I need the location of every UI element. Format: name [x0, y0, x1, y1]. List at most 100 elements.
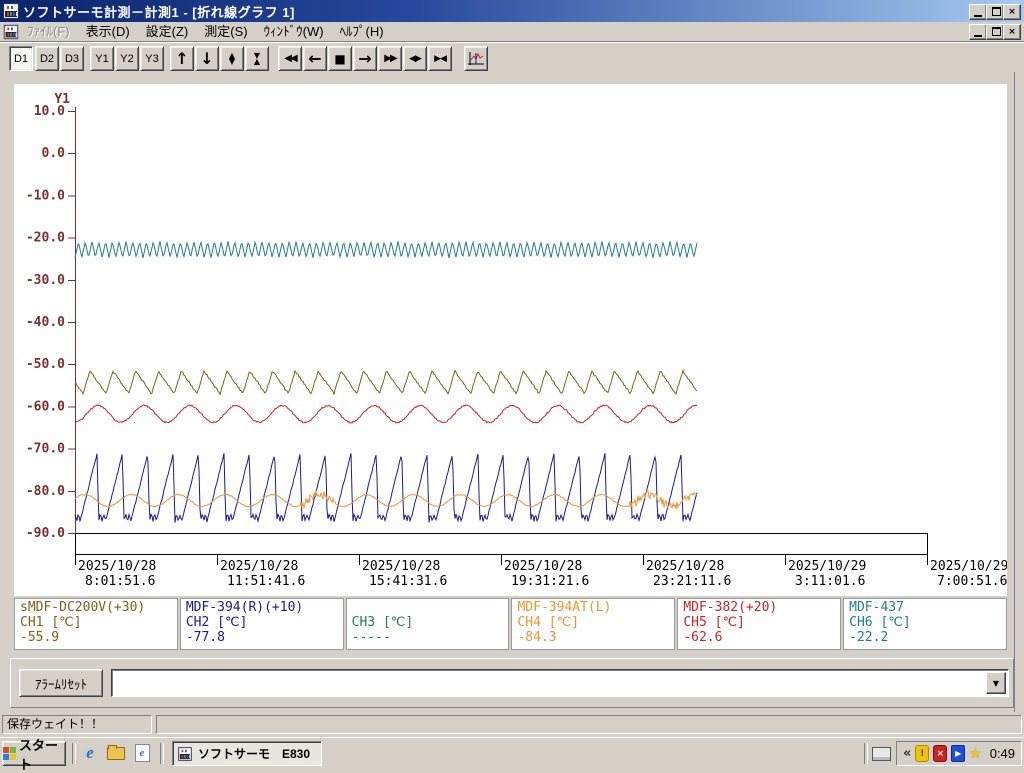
mail-quicklaunch-icon[interactable]: e	[132, 743, 152, 763]
child-restore-icon[interactable]	[986, 24, 1004, 40]
pan-up-button[interactable]: ↑	[170, 46, 194, 71]
series-CH2-line	[74, 453, 698, 524]
status-pane-2	[156, 715, 1022, 734]
left-arrow-icon: ←	[308, 49, 322, 68]
expand-vertical-icon: ▲ ▼	[228, 50, 236, 66]
y-tick-label: -40.0	[26, 315, 65, 330]
expand-x-button[interactable]: ◀▶	[403, 46, 427, 71]
x-tick-time-label: 11:51:41.6	[227, 574, 305, 589]
system-tray: « ! × ▶ ★ 0:49	[896, 741, 1022, 766]
y-tick-label: -10.0	[26, 188, 65, 203]
y-tick-label: -30.0	[26, 273, 65, 288]
app-icon	[178, 746, 192, 761]
y-tick-label: 10.0	[34, 104, 65, 119]
series-CH6-line	[74, 240, 698, 259]
menu-view[interactable]: 表示(D)	[78, 23, 138, 41]
y3-button[interactable]: Y3	[140, 46, 164, 71]
child-close-icon[interactable]: ×	[1003, 24, 1021, 40]
minimize-icon[interactable]	[969, 4, 987, 20]
legend-channel-3: CH3 [℃] -----	[345, 598, 510, 650]
compress-y-button[interactable]: ▼ ▲	[245, 46, 269, 71]
favorites-star-icon[interactable]: ★	[969, 746, 982, 762]
y-tick-label: -60.0	[26, 399, 65, 414]
graph-icon	[468, 51, 484, 65]
menu-window[interactable]: ｳｨﾝﾄﾞｳ(W)	[256, 23, 332, 41]
chart-panel: Y1 10.0 0.0 -10.0 -20.0 -30.0 -40.0 -50.0 -60.0-…	[14, 84, 1008, 596]
step-left-button[interactable]: ←	[303, 46, 327, 71]
chevron-down-icon[interactable]: ▼	[986, 672, 1006, 694]
menu-settings[interactable]: 設定(Z)	[138, 23, 197, 41]
right-arrow-icon: →	[358, 49, 372, 68]
alarm-combobox[interactable]: ▼	[111, 669, 1009, 697]
expand-y-button[interactable]: ▲ ▼	[220, 46, 244, 71]
fast-forward-icon: ▶▶	[384, 53, 397, 64]
taskbar-clock[interactable]: 0:49	[990, 746, 1015, 761]
channel-value: -62.6	[683, 630, 723, 645]
toolbar: D1 D2 D3 Y1 Y2 Y3 ↑ ↓ ▲ ▼ ▼ ▲ ◀◀ ← ■ → ▶…	[0, 42, 1024, 74]
menu-help[interactable]: ﾍﾙﾌﾟ(H)	[332, 23, 392, 41]
x-tick-date-label: 2025/10/28	[78, 559, 156, 574]
x-tick-time-label: 7:00:51.6	[937, 574, 1007, 589]
update-shield-icon[interactable]: !	[915, 745, 930, 762]
taskbar-separator	[864, 743, 868, 764]
stop-icon: ■	[334, 51, 346, 66]
client-area: Y1 10.0 0.0 -10.0 -20.0 -30.0 -40.0 -50.0 -60.0-…	[0, 72, 1024, 712]
menu-bar: ﾌｧｲﾙ(F) 表示(D) 設定(Z) 測定(S) ｳｨﾝﾄﾞｳ(W) ﾍﾙﾌﾟ…	[0, 22, 1024, 42]
channel-value: -77.8	[185, 630, 225, 645]
graph-view-button[interactable]	[464, 46, 488, 71]
child-window-icon[interactable]	[3, 24, 19, 39]
child-minimize-icon[interactable]	[969, 24, 987, 40]
y-tick-label: -70.0	[26, 442, 65, 457]
x-tick-date-label: 2025/10/28	[646, 559, 724, 574]
channel-label: CH3 [℃]	[351, 615, 414, 630]
compress-x-button[interactable]: ▶◀	[428, 46, 452, 71]
x-tick-time-label: 8:01:51.6	[85, 574, 155, 589]
y-tick-label: -20.0	[26, 231, 65, 246]
status-bar: 保存ウェイト！！	[0, 712, 1024, 737]
menu-measure[interactable]: 測定(S)	[196, 23, 255, 41]
y-tick-label: -90.0	[26, 526, 65, 541]
restore-icon[interactable]	[986, 4, 1004, 20]
close-icon[interactable]: ×	[1003, 4, 1021, 20]
windows-logo-icon	[3, 747, 16, 760]
y-tick-label: -80.0	[26, 484, 65, 499]
x-tick-date-label: 2025/10/28	[504, 559, 582, 574]
ie-quicklaunch-icon[interactable]: e	[80, 743, 100, 763]
collapse-tray-icon[interactable]: «	[903, 746, 911, 761]
compress-horizontal-icon: ▶◀	[434, 53, 447, 64]
desktop-quicklaunch-icon[interactable]	[106, 743, 126, 763]
status-message: 保存ウェイト！！	[2, 715, 152, 734]
series-CH1-line	[74, 368, 698, 396]
app-icon[interactable]	[3, 3, 19, 19]
d1-button[interactable]: D1	[9, 46, 33, 71]
d2-button[interactable]: D2	[35, 46, 59, 71]
x-tick-date-label: 2025/10/29	[930, 559, 1007, 574]
fast-forward-button[interactable]: ▶▶	[378, 46, 402, 71]
time-range-box[interactable]	[75, 533, 928, 555]
alarm-reset-button[interactable]: ｱﾗｰﾑﾘｾｯﾄ	[19, 669, 103, 697]
legend-channel-4: MDF-394AT(L) CH4 [℃] -84.3	[511, 598, 676, 650]
y2-button[interactable]: Y2	[115, 46, 139, 71]
legend-channel-2: MDF-394(R)(+10) CH2 [℃] -77.8	[179, 598, 344, 650]
taskbar-separator	[72, 743, 76, 764]
channel-value: -84.3	[517, 630, 557, 645]
channel-name: MDF-382(+20)	[683, 600, 778, 615]
series-CH5-line	[74, 404, 698, 424]
channel-label: CH4 [℃]	[517, 615, 580, 630]
y1-button[interactable]: Y1	[90, 46, 114, 71]
task-button-softthermo[interactable]: ソフトサーモ E830	[172, 741, 322, 766]
keyboard-icon[interactable]	[872, 747, 891, 761]
taskbar-separator	[160, 743, 164, 764]
legend-channel-6: MDF-437 CH6 [℃] -22.2	[843, 598, 1007, 650]
channel-label: CH2 [℃]	[185, 615, 248, 630]
security-shield-icon[interactable]: ×	[933, 745, 948, 762]
channel-name: MDF-394(R)(+10)	[185, 600, 304, 615]
start-button[interactable]: スタート	[2, 738, 66, 772]
media-play-icon[interactable]: ▶	[951, 745, 966, 762]
pan-down-button[interactable]: ↓	[195, 46, 219, 71]
fast-rewind-button[interactable]: ◀◀	[278, 46, 302, 71]
d3-button[interactable]: D3	[60, 46, 84, 71]
stop-button[interactable]: ■	[328, 46, 352, 71]
step-right-button[interactable]: →	[353, 46, 377, 71]
channel-value: -----	[351, 630, 391, 645]
